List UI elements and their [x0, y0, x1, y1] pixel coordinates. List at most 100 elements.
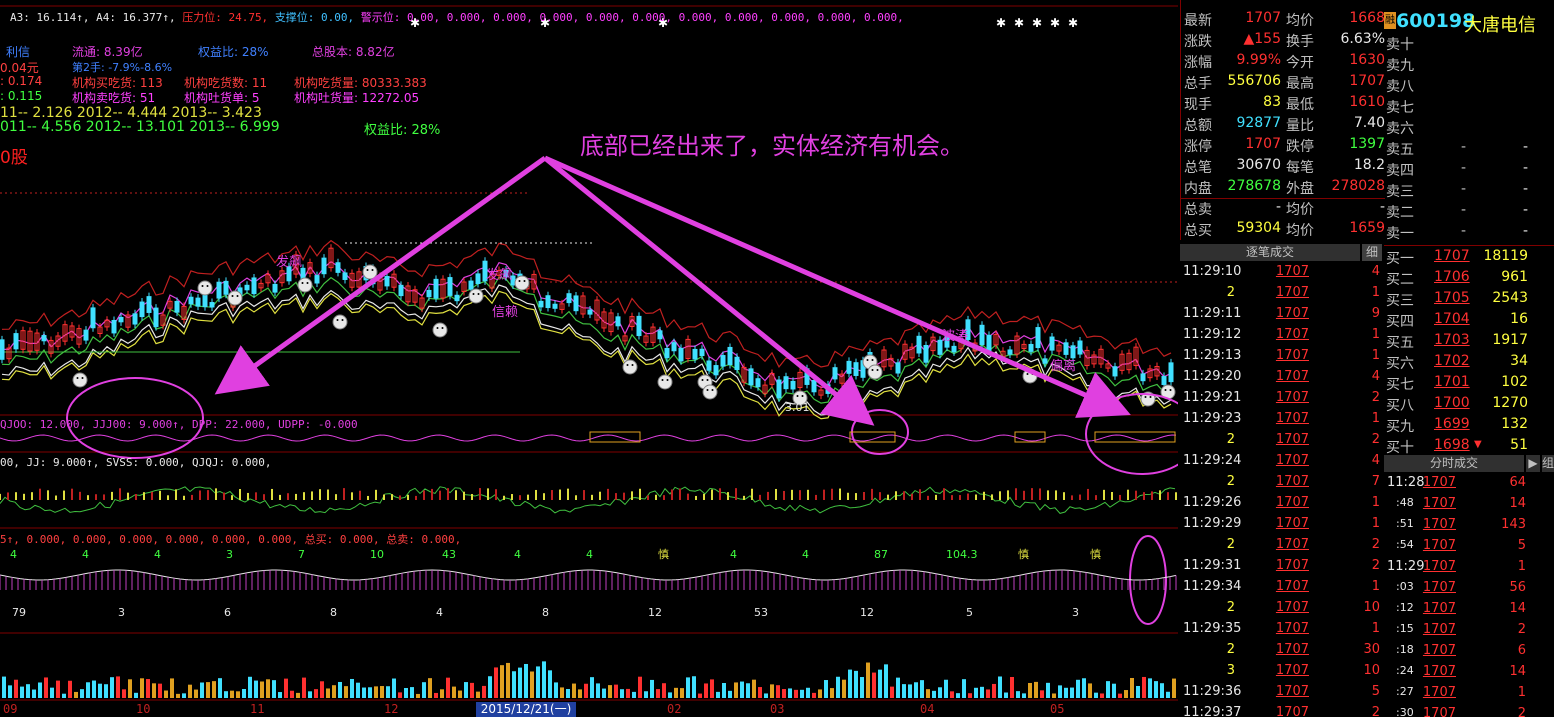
ask-row[interactable]: 卖四 - - — [1384, 160, 1554, 181]
candle-body — [216, 281, 222, 299]
sub3-bottom-mark: 3 — [1072, 606, 1079, 619]
order-volume: 132 — [1501, 416, 1528, 432]
minute-price: 1707 — [1422, 706, 1456, 717]
smiley-marker-icon — [297, 277, 313, 293]
ask-row[interactable]: 卖八 — [1384, 76, 1554, 97]
candle-body — [895, 362, 901, 374]
xaxis-label-10: 10 — [136, 702, 151, 716]
quote-row: 总额 92877 量比 7.40 — [1181, 115, 1385, 136]
minute-volume: 2 — [1517, 706, 1526, 717]
tick-volume: 1 — [1371, 516, 1380, 531]
sub3-mark: 慎 — [1090, 547, 1101, 561]
volume-bar — [1064, 687, 1068, 698]
volume-bar — [188, 684, 192, 698]
ask-row[interactable]: 卖二 - - — [1384, 202, 1554, 223]
order-level-label: 卖六 — [1386, 121, 1414, 137]
candle-body — [195, 297, 201, 307]
tick-volume: 5 — [1371, 684, 1380, 699]
tick-price: 1707 — [1275, 495, 1309, 510]
candle-body — [566, 293, 572, 304]
order-level-label: 卖九 — [1386, 58, 1414, 74]
minute-price: 1707 — [1422, 496, 1456, 511]
total-shares: 总股本: 8.82亿 — [312, 45, 395, 59]
bid-row[interactable]: 买九 1699 132 — [1384, 416, 1554, 437]
minute-price: 1707 — [1422, 475, 1456, 490]
volume-bar — [122, 689, 126, 698]
minute-price: 1707 — [1422, 685, 1456, 700]
ask-row[interactable]: 卖五 - - — [1384, 139, 1554, 160]
order-level-label: 买六 — [1386, 356, 1414, 372]
quote-value: ▲155 — [1243, 31, 1282, 47]
top-marker: ✱ — [1014, 16, 1024, 30]
bid-row[interactable]: 买三 1705 2543 — [1384, 290, 1554, 311]
tick-price: 1707 — [1275, 432, 1309, 447]
ask-row[interactable]: 卖六 — [1384, 118, 1554, 139]
minute-time: 11:28 — [1387, 475, 1425, 490]
minute-panel-arrow[interactable]: ▶ — [1526, 455, 1540, 472]
smiley-marker-icon — [514, 275, 530, 291]
volume-bar — [620, 689, 624, 698]
ask-row[interactable]: 卖九 — [1384, 55, 1554, 76]
ask-row[interactable]: 卖十 — [1384, 34, 1554, 55]
bid-row[interactable]: 买四 1704 16 — [1384, 311, 1554, 332]
volume-bar — [128, 679, 132, 698]
minute-panel-corner[interactable]: 组 — [1542, 455, 1554, 472]
volume-bar — [800, 689, 804, 698]
sub3-label: 5↑, 0.000, 0.000, 0.000, 0.000, 0.000, 0… — [0, 533, 462, 546]
tick-time: 2 — [1226, 432, 1235, 447]
minute-price: 1707 — [1422, 538, 1456, 553]
volume-bar — [170, 678, 174, 698]
sub3-bottom-mark: 4 — [436, 606, 443, 619]
bid-row[interactable]: 买五 1703 1917 — [1384, 332, 1554, 353]
volume-bar — [974, 687, 978, 698]
tick-row: 11:29:31 1707 2 — [1180, 558, 1380, 579]
tick-panel-title[interactable]: 逐笔成交 — [1180, 244, 1360, 261]
volume-bar — [242, 688, 246, 698]
volume-bar — [440, 689, 444, 698]
minute-panel-title[interactable]: 分时成交 — [1384, 455, 1524, 472]
quote-label: 换手 — [1286, 34, 1314, 50]
tick-panel-corner[interactable]: 细 — [1362, 244, 1382, 261]
candle-body — [1077, 340, 1083, 355]
tick-time: 11:29:34 — [1183, 579, 1242, 594]
kline-chart-area[interactable]: ✱✱✱✱✱✱✱✱发飙发飙信赖波涛偏离3.0144437104344慎448710… — [0, 0, 1178, 717]
ask-row[interactable]: 卖七 — [1384, 97, 1554, 118]
bid-row[interactable]: 买二 1706 961 — [1384, 269, 1554, 290]
volume-bar — [368, 687, 372, 698]
volume-bar — [938, 687, 942, 698]
sub3-bottom-mark: 6 — [224, 606, 231, 619]
bid-row[interactable]: 买八 1700 1270 — [1384, 395, 1554, 416]
tick-price: 1707 — [1275, 369, 1309, 384]
volume-bar — [560, 687, 564, 698]
volume-bar — [206, 682, 210, 698]
tick-volume: 2 — [1371, 705, 1380, 717]
order-price: 1704 — [1434, 311, 1470, 327]
ask-row[interactable]: 卖一 - - — [1384, 223, 1554, 244]
candle-body — [664, 347, 670, 359]
bid-row[interactable]: 买七 1701 102 — [1384, 374, 1554, 395]
tick-volume: 2 — [1371, 558, 1380, 573]
volume-bar — [836, 676, 840, 698]
volume-bar — [674, 687, 678, 698]
order-level-label: 买一 — [1386, 251, 1414, 267]
candle-body — [853, 362, 859, 376]
volume-bar — [680, 688, 684, 698]
bid-row[interactable]: 买一 1707 18119 — [1384, 248, 1554, 269]
minute-list[interactable]: 11:28 1707 64:48 1707 14:51 1707 143:54 1707 5 11… — [1384, 475, 1554, 717]
bid-row[interactable]: 买六 1702 34 — [1384, 353, 1554, 374]
candle-body — [111, 319, 117, 334]
volume-bar — [236, 691, 240, 698]
tick-list[interactable]: 11:29:10 1707 4 2 1707 1 11:29:11 1707 9 11:29:12… — [1180, 264, 1380, 717]
minute-row: :24 1707 14 — [1384, 664, 1554, 685]
tick-row: 11:29:36 1707 5 — [1180, 684, 1380, 705]
tick-volume: 9 — [1371, 306, 1380, 321]
volume-bar — [494, 667, 498, 698]
sub3-mark: 3 — [226, 548, 233, 561]
quote-value: 6.63% — [1340, 31, 1385, 47]
volume-bar — [308, 691, 312, 698]
quote-value: 1610 — [1349, 94, 1385, 110]
ask-row[interactable]: 卖三 - - — [1384, 181, 1554, 202]
tick-row: 11:29:23 1707 1 — [1180, 411, 1380, 432]
volume-bar — [656, 689, 660, 698]
sub3-bottom-mark: 12 — [648, 606, 662, 619]
